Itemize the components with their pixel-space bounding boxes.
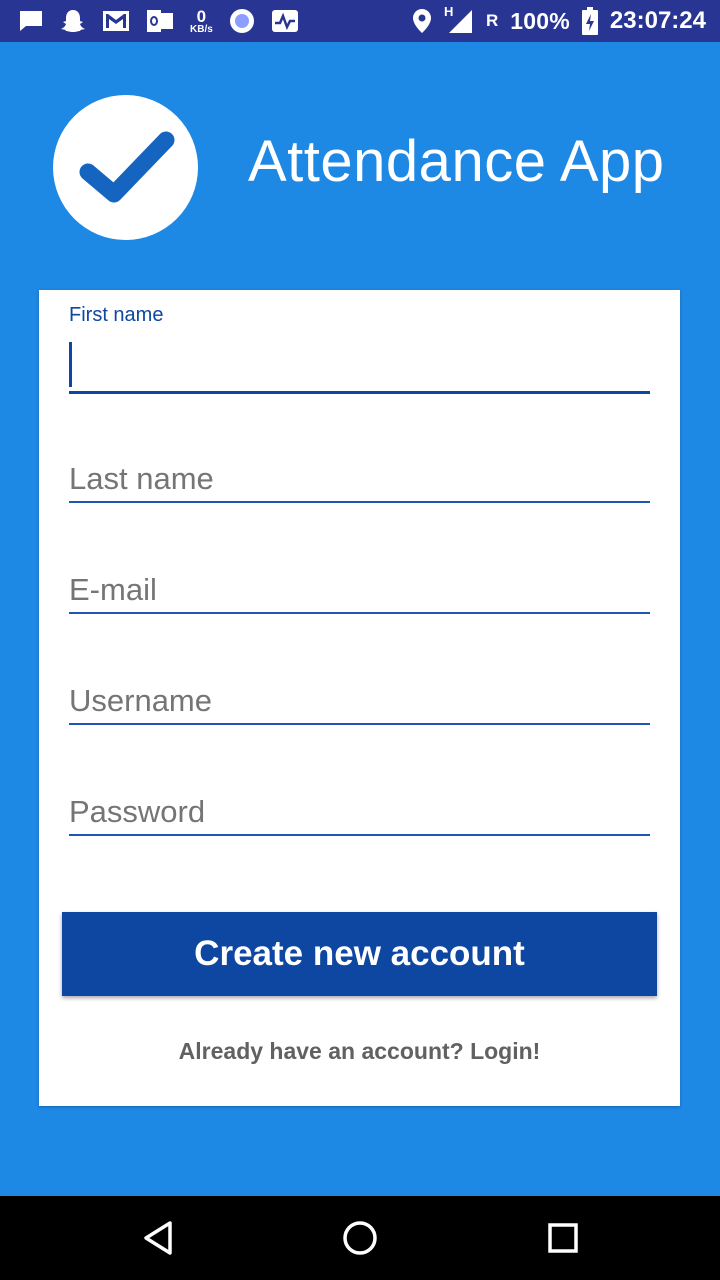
create-account-button[interactable]: Create new account: [62, 912, 657, 996]
checkmark-icon: [79, 131, 174, 202]
first-name-input[interactable]: [69, 352, 650, 388]
password-input[interactable]: [69, 794, 650, 830]
snapchat-icon: [60, 8, 86, 34]
notification-icons: 0 KB/s: [18, 0, 299, 42]
last-name-field[interactable]: [69, 448, 650, 503]
location-icon: [412, 8, 432, 34]
signup-form-card: First name Create new account Already ha…: [39, 290, 680, 1106]
outlook-icon: [146, 9, 174, 33]
gmail-icon: [102, 10, 130, 32]
username-input[interactable]: [69, 683, 650, 719]
system-icons: H R 100% 23:07:24: [412, 0, 706, 42]
username-underline: [69, 723, 650, 725]
roaming-indicator: R: [486, 11, 499, 30]
status-bar: 0 KB/s H R 100% 23:07:24: [0, 0, 720, 42]
first-name-underline: [69, 391, 650, 394]
message-icon: [18, 9, 44, 33]
first-name-field[interactable]: First name: [69, 304, 650, 394]
activity-icon: [271, 9, 299, 33]
clock: 23:07:24: [609, 7, 706, 34]
password-underline: [69, 834, 650, 836]
data-speed-indicator: 0 KB/s: [190, 8, 213, 35]
email-underline: [69, 612, 650, 614]
battery-charging-icon: [581, 7, 598, 35]
username-field[interactable]: [69, 670, 650, 725]
email-field[interactable]: [69, 559, 650, 614]
app-title: Attendance App: [248, 129, 665, 194]
last-name-underline: [69, 501, 650, 503]
login-link[interactable]: Already have an account? Login!: [39, 1038, 680, 1065]
navigation-bar: [0, 1196, 720, 1280]
email-input[interactable]: [69, 572, 650, 608]
data-speed-unit: KB/s: [190, 23, 213, 35]
app-logo: [53, 95, 198, 240]
first-name-label: First name: [69, 304, 164, 326]
password-field[interactable]: [69, 781, 650, 836]
network-type: H: [444, 4, 454, 19]
record-icon: [229, 8, 255, 34]
data-speed-value: 0: [196, 6, 207, 26]
last-name-input[interactable]: [69, 461, 650, 497]
battery-percent: 100%: [510, 7, 570, 34]
signal-icon: H: [444, 4, 474, 34]
home-icon[interactable]: [340, 1218, 380, 1258]
back-icon[interactable]: [138, 1218, 178, 1258]
recents-icon[interactable]: [543, 1218, 583, 1258]
